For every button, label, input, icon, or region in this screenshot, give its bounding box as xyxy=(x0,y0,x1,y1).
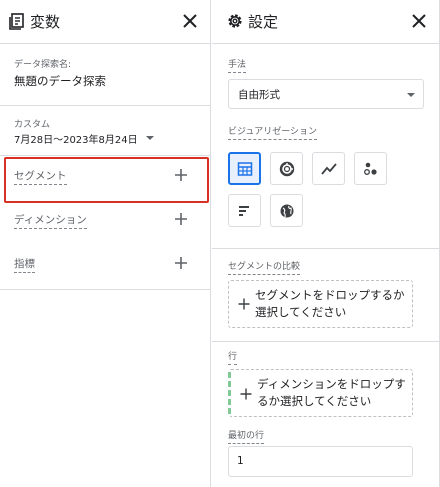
donut-chart-icon[interactable] xyxy=(270,152,303,185)
segment-drop-text: セグメントをドロップするか選択してください xyxy=(255,288,405,319)
variables-title: 変数 xyxy=(30,13,61,31)
settings-header: 設定 xyxy=(212,0,439,44)
table-icon[interactable] xyxy=(228,152,261,185)
divider xyxy=(212,248,440,249)
rows-label: 行 xyxy=(228,351,238,365)
bar-chart-icon[interactable] xyxy=(228,194,261,227)
first-row-input[interactable]: 1 xyxy=(228,446,413,477)
plus-icon xyxy=(240,388,252,400)
add-metric-icon[interactable] xyxy=(173,255,189,271)
plus-icon xyxy=(238,298,250,310)
settings-title: 設定 xyxy=(248,13,279,31)
date-dropdown-icon[interactable] xyxy=(146,136,154,140)
date-range-section: カスタム 7月28日～2023年8月24日 xyxy=(0,106,210,156)
settings-panel: 設定 手法 自由形式 ビジュアリゼーション セグメントの比較 セグメントをドロッ… xyxy=(212,0,440,487)
scatter-icon[interactable] xyxy=(354,152,387,185)
variables-header: 変数 xyxy=(0,0,210,44)
metric-row: 指標 xyxy=(0,244,211,290)
segment-compare-label: セグメントの比較 xyxy=(228,261,301,275)
exploration-name-label: データ探索名: xyxy=(14,60,72,70)
dimension-drop-zone[interactable]: ディメンションをドロップするか選択してください xyxy=(228,369,413,417)
technique-select[interactable]: 自由形式 xyxy=(228,79,424,109)
date-range[interactable]: 7月28日～2023年8月24日 xyxy=(14,131,138,146)
technique-label: 手法 xyxy=(228,59,247,73)
close-icon[interactable] xyxy=(409,11,429,31)
first-row-label: 最初の行 xyxy=(228,430,265,444)
dimension-drop-text: ディメンションをドロップするか選択してください xyxy=(257,377,406,408)
segment-drop-zone[interactable]: セグメントをドロップするか選択してください xyxy=(228,280,413,328)
visualization-label: ビジュアリゼーション xyxy=(228,126,318,140)
exploration-name-section: データ探索名: 無題のデータ探索 xyxy=(0,44,210,106)
technique-value: 自由形式 xyxy=(238,89,280,101)
add-dimension-icon[interactable] xyxy=(173,211,189,227)
chevron-down-icon xyxy=(407,93,415,97)
dimension-row: ディメンション xyxy=(0,200,211,242)
exploration-name[interactable]: 無題のデータ探索 xyxy=(14,73,106,89)
gear-icon xyxy=(228,14,242,28)
segment-highlight xyxy=(4,157,209,203)
globe-icon[interactable] xyxy=(270,194,303,227)
date-custom-label: カスタム xyxy=(14,120,51,130)
divider xyxy=(212,341,440,342)
line-chart-icon[interactable] xyxy=(312,152,345,185)
close-icon[interactable] xyxy=(180,11,200,31)
variables-icon xyxy=(9,13,24,30)
dimension-label: ディメンション xyxy=(14,212,87,229)
first-row-value: 1 xyxy=(237,455,244,467)
metric-label: 指標 xyxy=(14,256,35,273)
variables-panel: 変数 データ探索名: 無題のデータ探索 カスタム 7月28日～2023年8月24… xyxy=(0,0,211,487)
